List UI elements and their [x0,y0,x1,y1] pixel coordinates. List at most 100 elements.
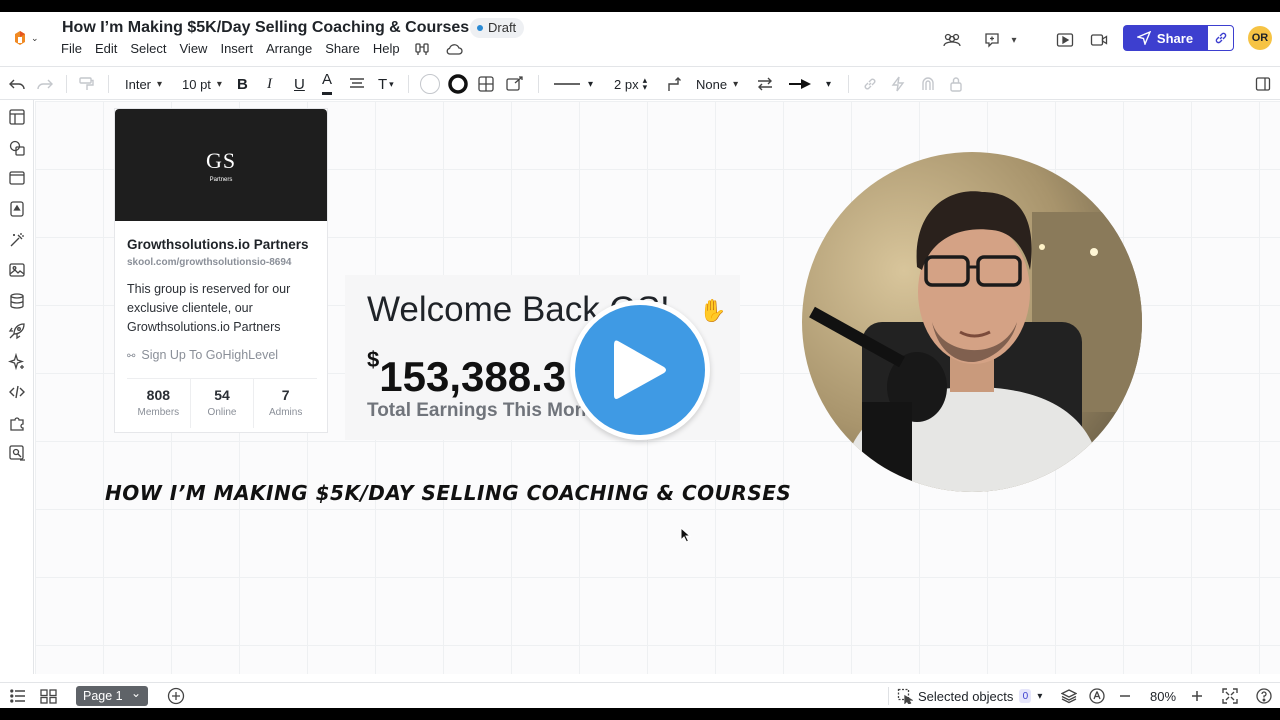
fill-color-icon[interactable] [419,67,441,101]
menu-insert[interactable]: Insert [220,41,253,57]
selected-objects-button[interactable]: Selected objects 0 ▾ [897,683,1042,708]
stat-online: 54 Online [191,379,255,428]
page-list-icon[interactable] [10,683,26,708]
fit-to-screen-icon[interactable] [1222,683,1238,708]
video-play-button[interactable] [570,300,710,440]
menu-help[interactable]: Help [373,41,400,57]
line-style-select[interactable]: ▾ [553,67,593,101]
collaborators-icon[interactable] [938,28,966,52]
menu-select[interactable]: Select [130,41,166,57]
line-width-stepper[interactable]: 2 px ▴ ▾ [614,67,647,101]
help-icon[interactable] [1256,683,1272,708]
earnings-amount: $153,388.3 [367,347,567,401]
ai-sparkle-icon[interactable] [7,352,27,372]
zoom-out-icon[interactable] [1118,683,1132,708]
border-style-icon[interactable] [477,67,495,101]
magic-wand-icon[interactable] [7,230,27,250]
shape-options-icon[interactable] [505,67,525,101]
cloud-saved-icon[interactable] [445,41,463,57]
hyperlink-icon[interactable] [862,67,878,101]
comment-menu-chevron-icon[interactable]: ▾ [1006,28,1022,52]
arrow-start-select[interactable]: None [696,67,738,101]
menu-arrange[interactable]: Arrange [266,41,312,57]
action-lightning-icon[interactable] [891,67,905,101]
image-icon[interactable] [7,260,27,280]
document-title[interactable]: How I’m Making $5K/Day Selling Coaching … [62,19,469,37]
send-icon [1136,31,1151,45]
lock-icon[interactable] [949,67,963,101]
line-routing-icon[interactable] [666,67,682,101]
page-tab[interactable]: Page 1 [76,686,148,706]
selection-icon [897,688,913,704]
presenter-photo [802,152,1142,492]
arrow-end-select[interactable]: ▾ [788,67,831,101]
user-avatar[interactable]: OR [1248,26,1272,50]
text-options-button[interactable]: T ▾ [378,67,394,101]
chevron-down-icon: ▾ [826,78,832,90]
redo-icon[interactable] [36,67,54,101]
group-card[interactable]: GS Partners Growthsolutions.io Partners … [114,108,328,433]
italic-button[interactable]: I [267,67,272,101]
page-grid-icon[interactable] [40,683,57,708]
group-logo-subtitle: Partners [209,176,233,183]
menu-file[interactable]: File [61,41,82,57]
font-family-select[interactable]: Inter [125,67,162,101]
toolbar-divider [66,75,67,93]
presenter-webcam [802,152,1142,492]
video-call-icon[interactable] [1085,28,1113,52]
magnet-icon[interactable] [920,67,936,101]
comment-icon[interactable] [978,28,1006,52]
underline-button[interactable]: U [294,67,305,101]
app-logo-menu[interactable]: ⌄ [12,28,46,48]
stepper-arrows-icon: ▴ ▾ [642,75,648,92]
format-toolbar: Inter 10 pt B I U A T▾ ▾ 2 px▴▾ None ▾ [0,66,1280,100]
frame-icon[interactable] [7,168,27,188]
zoom-in-icon[interactable] [1190,683,1204,708]
toolbar-divider [538,75,539,93]
integrations-puzzle-icon[interactable] [7,413,27,433]
zoom-level[interactable]: 80% [1150,683,1176,708]
diagram-app: ⌄ How I’m Making $5K/Day Selling Coachin… [0,12,1280,708]
group-description: This group is reserved for our exclusive… [127,282,291,334]
code-icon[interactable] [7,382,27,402]
earnings-label: Total Earnings This Month [367,400,605,421]
shapes-icon[interactable] [7,138,27,158]
text-align-icon[interactable] [349,67,365,101]
present-icon[interactable] [1051,28,1079,52]
sticky-note-icon[interactable] [7,199,27,219]
diagram-canvas[interactable]: GS Partners Growthsolutions.io Partners … [35,101,1280,674]
format-painter-icon[interactable] [78,67,96,101]
draft-status-badge: Draft [470,18,525,38]
menu-share[interactable]: Share [325,41,360,57]
earnings-value: 153,388.3 [379,353,567,400]
bottom-bar: Page 1 Selected objects 0 ▾ 80% [0,682,1280,708]
import-icon[interactable] [7,443,27,463]
group-signup-link[interactable]: ⚯ Sign Up To GoHighLevel [127,348,278,362]
database-icon[interactable] [7,291,27,311]
layers-icon[interactable] [1061,683,1077,708]
stat-value: 808 [146,387,171,403]
feature-find-icon[interactable] [413,41,431,57]
share-button[interactable]: Share [1123,25,1207,51]
text-options-chevron-icon: ▾ [389,78,394,89]
bold-button[interactable]: B [237,67,248,101]
menu-view[interactable]: View [180,41,208,57]
add-page-icon[interactable] [167,683,185,708]
rocket-icon[interactable] [7,321,27,341]
menu-edit[interactable]: Edit [95,41,117,57]
panel-toggle-icon[interactable] [1255,67,1271,101]
accessibility-icon[interactable] [1089,683,1105,708]
canvas-heading[interactable]: HOW I’M MAKING $5K/DAY SELLING COACHING … [105,481,791,505]
copy-link-button[interactable] [1207,25,1234,51]
stat-label: Online [207,407,237,418]
line-color-icon[interactable] [447,67,469,101]
font-color-button[interactable]: A [322,67,333,95]
swap-arrows-icon[interactable] [756,67,774,101]
group-logo-text: GS [205,147,237,173]
stat-value: 7 [281,387,290,403]
font-size-select[interactable]: 10 pt [182,67,222,101]
group-url: skool.com/growthsolutionsio-8694 [127,257,292,268]
page-tab-label: Page 1 [83,689,123,703]
undo-icon[interactable] [8,67,26,101]
templates-icon[interactable] [7,107,27,127]
